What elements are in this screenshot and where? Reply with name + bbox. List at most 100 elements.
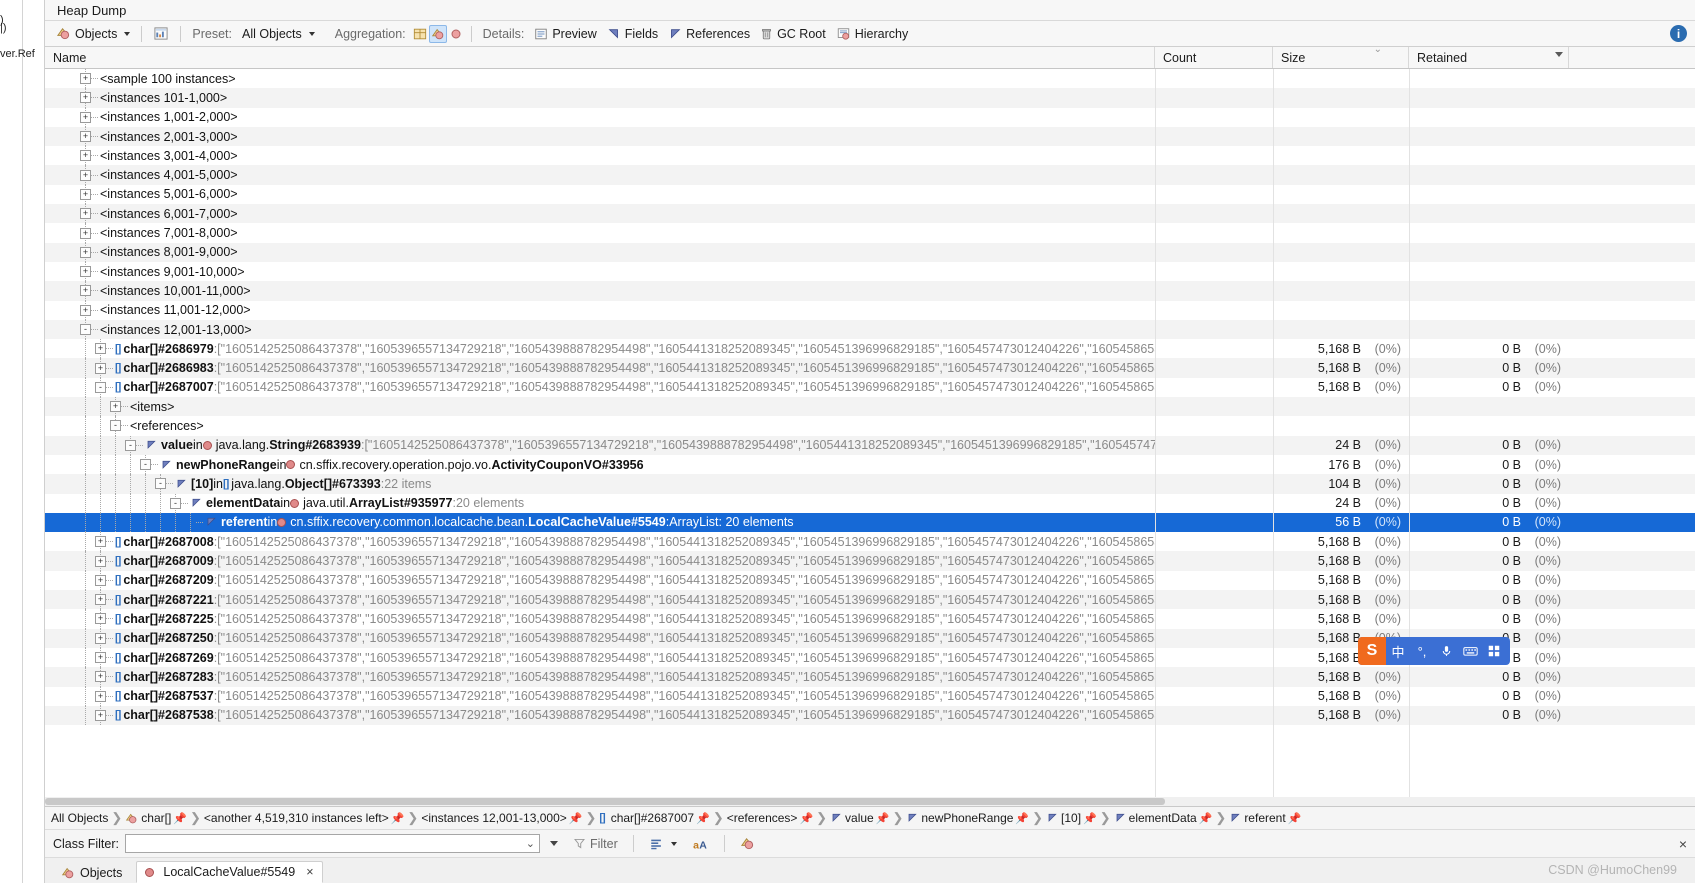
filter-options-button[interactable] bbox=[644, 835, 682, 853]
collapse-icon[interactable]: - bbox=[125, 439, 136, 451]
expand-icon[interactable]: + bbox=[95, 536, 106, 548]
expand-icon[interactable]: + bbox=[95, 594, 106, 606]
chevron-down-icon[interactable]: ⌄ bbox=[526, 837, 535, 850]
table-row[interactable]: +[] char[]#2687538 : ["160514252508643737… bbox=[45, 705, 1695, 726]
chevron-down-icon[interactable] bbox=[308, 31, 315, 36]
table-row[interactable]: + <items> bbox=[45, 397, 1695, 417]
table-row[interactable]: + <instances 6,001-7,000> bbox=[45, 204, 1695, 224]
expand-icon[interactable]: + bbox=[80, 304, 91, 316]
expand-icon[interactable]: + bbox=[95, 555, 106, 567]
expand-icon[interactable]: + bbox=[80, 92, 91, 104]
expand-icon[interactable]: + bbox=[110, 401, 121, 413]
table-row[interactable]: -[] char[]#2687007 : ["160514252508643737… bbox=[45, 377, 1695, 398]
close-filter-icon[interactable]: × bbox=[1679, 836, 1687, 852]
table-row[interactable]: + <instances 9,001-10,000> bbox=[45, 261, 1695, 282]
expand-icon[interactable]: + bbox=[95, 671, 106, 683]
breadcrumb-item[interactable]: <another 4,519,310 instances left> bbox=[204, 811, 389, 825]
expand-icon[interactable]: + bbox=[95, 343, 106, 355]
table-row[interactable]: +[] char[]#2686979 : ["160514252508643737… bbox=[45, 339, 1695, 359]
column-header-size[interactable]: Size ⌄ bbox=[1273, 47, 1409, 68]
hierarchy-button[interactable]: Hierarchy bbox=[831, 25, 914, 43]
breadcrumb-item[interactable]: <references> bbox=[727, 811, 798, 825]
table-row[interactable]: - value in java.lang. String#2683939 : ["1… bbox=[45, 435, 1695, 455]
pin-icon[interactable]: 📌 bbox=[1015, 812, 1029, 825]
collapse-icon[interactable]: - bbox=[110, 420, 121, 432]
pin-icon[interactable]: 📌 bbox=[1083, 812, 1097, 825]
table-row[interactable]: + <instances 4,001-5,000> bbox=[45, 165, 1695, 185]
expand-icon[interactable]: + bbox=[80, 169, 91, 181]
pin-icon[interactable]: 📌 bbox=[696, 812, 710, 825]
ime-toolbar[interactable]: S 中 °, bbox=[1358, 637, 1510, 665]
expand-icon[interactable]: + bbox=[95, 613, 106, 625]
preset-dropdown[interactable]: All Objects bbox=[237, 25, 320, 43]
expand-icon[interactable]: + bbox=[80, 111, 91, 123]
table-row[interactable]: +[] char[]#2687009 : ["160514252508643737… bbox=[45, 551, 1695, 571]
table-row[interactable]: + <instances 5,001-6,000> bbox=[45, 184, 1695, 205]
table-row[interactable]: + <instances 1,001-2,000> bbox=[45, 107, 1695, 127]
expand-icon[interactable]: + bbox=[80, 266, 91, 278]
table-row[interactable]: - <instances 12,001-13,000> bbox=[45, 319, 1695, 340]
references-button[interactable]: References bbox=[663, 25, 755, 43]
breadcrumb-item[interactable]: elementData bbox=[1114, 811, 1197, 825]
mic-icon[interactable] bbox=[1434, 638, 1458, 664]
help-icon[interactable]: i bbox=[1670, 25, 1687, 42]
collapse-icon[interactable]: - bbox=[95, 381, 106, 393]
expand-icon[interactable]: + bbox=[80, 246, 91, 258]
breadcrumb-item[interactable]: char[] bbox=[125, 811, 171, 825]
table-row[interactable]: +[] char[]#2686983 : ["160514252508643737… bbox=[45, 358, 1695, 378]
breadcrumb-item[interactable]: newPhoneRange bbox=[906, 811, 1013, 825]
filter-apply-button[interactable]: Filter bbox=[568, 835, 623, 853]
breadcrumb-item[interactable]: [] char[]#2687007 bbox=[599, 811, 694, 825]
breadcrumb-item[interactable]: referent bbox=[1229, 811, 1286, 825]
table-row[interactable]: +[] char[]#2687537 : ["160514252508643737… bbox=[45, 686, 1695, 706]
aggregation-single-object-button[interactable] bbox=[447, 25, 465, 43]
tab-localcachevalue-5549[interactable]: LocalCacheValue#5549 × bbox=[136, 861, 323, 883]
ime-punctuation-button[interactable]: °, bbox=[1410, 638, 1434, 664]
pin-icon[interactable]: 📌 bbox=[1288, 812, 1302, 825]
collapse-icon[interactable]: - bbox=[80, 324, 91, 335]
case-sensitivity-button[interactable]: a A bbox=[688, 835, 714, 853]
expand-icon[interactable]: + bbox=[80, 131, 91, 143]
expand-icon[interactable]: + bbox=[80, 208, 91, 220]
pin-icon[interactable]: 📌 bbox=[391, 812, 405, 825]
breadcrumb-item[interactable]: <instances 12,001-13,000> bbox=[421, 811, 566, 825]
table-row[interactable]: - [10] in [] java.lang. Object[]#673393 : 2… bbox=[45, 474, 1695, 494]
close-icon[interactable]: × bbox=[306, 865, 313, 879]
table-row[interactable]: +[] char[]#2687225 : ["160514252508643737… bbox=[45, 609, 1695, 629]
expand-icon[interactable]: + bbox=[95, 574, 106, 586]
expand-icon[interactable]: + bbox=[95, 690, 106, 702]
objects-view-button[interactable]: Objects bbox=[51, 24, 135, 43]
table-row[interactable]: +[] char[]#2687209 : ["160514252508643737… bbox=[45, 570, 1695, 591]
table-row[interactable]: + <instances 101-1,000> bbox=[45, 88, 1695, 108]
aggregation-instances-button[interactable] bbox=[428, 24, 447, 43]
breadcrumb-item[interactable]: [10] bbox=[1046, 811, 1081, 825]
table-body[interactable]: + <sample 100 instances> + <instances 101-1… bbox=[45, 69, 1695, 798]
gc-root-button[interactable]: GC Root bbox=[755, 25, 831, 43]
expand-icon[interactable]: + bbox=[80, 188, 91, 200]
collapse-icon[interactable]: - bbox=[155, 478, 166, 490]
view-settings-button[interactable] bbox=[148, 24, 174, 43]
apps-icon[interactable] bbox=[1482, 638, 1506, 664]
collapse-icon[interactable]: - bbox=[170, 497, 181, 509]
breadcrumb-item[interactable]: value bbox=[830, 811, 874, 825]
aggregation-classes-button[interactable] bbox=[411, 25, 429, 43]
expand-icon[interactable]: + bbox=[80, 150, 91, 162]
expand-icon[interactable]: + bbox=[95, 362, 106, 374]
horizontal-scrollbar-thumb[interactable] bbox=[45, 798, 1165, 805]
horizontal-scrollbar[interactable] bbox=[45, 797, 1695, 806]
fields-button[interactable]: Fields bbox=[602, 25, 663, 43]
chevron-down-icon[interactable] bbox=[670, 841, 677, 846]
ime-language-button[interactable]: 中 bbox=[1386, 638, 1410, 664]
table-row[interactable]: +[] char[]#2687283 : ["160514252508643737… bbox=[45, 667, 1695, 687]
expand-icon[interactable]: + bbox=[80, 73, 91, 85]
preview-button[interactable]: Preview bbox=[529, 25, 601, 43]
table-row[interactable]: +[] char[]#2687221 : ["160514252508643737… bbox=[45, 590, 1695, 610]
table-row[interactable]: + <instances 10,001-11,000> bbox=[45, 281, 1695, 301]
table-row[interactable]: + <sample 100 instances> bbox=[45, 69, 1695, 89]
expand-icon[interactable]: + bbox=[80, 227, 91, 239]
breadcrumb-item[interactable]: All Objects bbox=[51, 811, 108, 825]
class-filter-input[interactable]: ⌄ bbox=[124, 834, 540, 853]
table-row[interactable]: referent in cn.sffix.recovery.common.loc… bbox=[45, 512, 1695, 533]
table-row[interactable]: - newPhoneRange in cn.sffix.recovery.oper… bbox=[45, 454, 1695, 475]
keyboard-icon[interactable] bbox=[1458, 638, 1482, 664]
